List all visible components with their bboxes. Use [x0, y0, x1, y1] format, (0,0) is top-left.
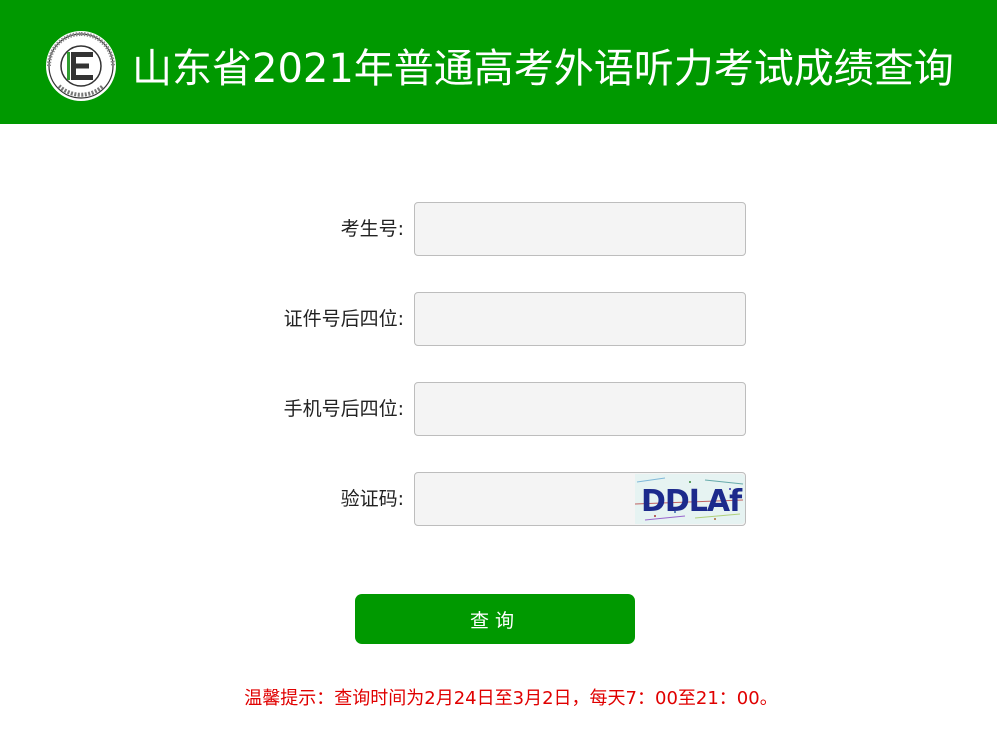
- captcha-image[interactable]: DDLAf: [635, 474, 745, 524]
- form-row-id-last4: 证件号后四位:: [0, 292, 997, 346]
- logo-seal-icon: [46, 31, 116, 101]
- phone-last4-input[interactable]: [414, 382, 746, 436]
- exam-number-label: 考生号:: [340, 218, 404, 240]
- captcha-label: 验证码:: [340, 488, 404, 510]
- form-row-exam-number: 考生号:: [0, 202, 997, 256]
- phone-last4-label: 手机号后四位:: [283, 398, 404, 420]
- id-last4-label: 证件号后四位:: [283, 308, 404, 330]
- page-header: 山东省2021年普通高考外语听力考试成绩查询: [0, 0, 997, 124]
- form-row-phone-last4: 手机号后四位:: [0, 382, 997, 436]
- form-row-captcha: 验证码: DDLAf: [0, 472, 997, 526]
- page-title: 山东省2021年普通高考外语听力考试成绩查询: [132, 46, 954, 92]
- query-button[interactable]: 查询: [355, 594, 635, 644]
- exam-number-input[interactable]: [414, 202, 746, 256]
- captcha-text: DDLAf: [641, 484, 743, 519]
- notice-text: 温馨提示：查询时间为2月24日至3月2日，每天7：00至21：00。: [244, 688, 778, 709]
- id-last4-input[interactable]: [414, 292, 746, 346]
